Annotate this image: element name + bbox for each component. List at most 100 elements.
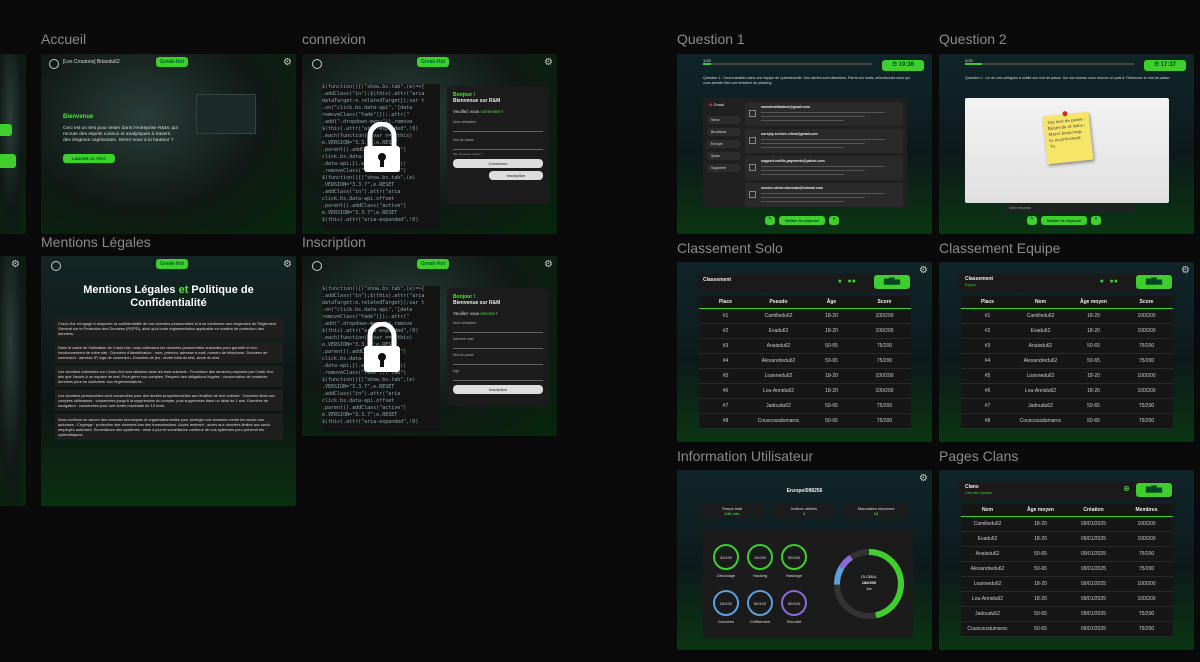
table-cell: #4 bbox=[984, 358, 991, 364]
forgot-password-link[interactable]: Mot de passe oublié ? bbox=[453, 152, 543, 156]
table-row[interactable]: Jadoudu62 50-65 09/01/2025 75/200 bbox=[961, 607, 1173, 622]
table-row[interactable]: #2 Evadu62 18-20 100/200 bbox=[699, 324, 911, 339]
mail-menu-item[interactable]: Spam bbox=[707, 152, 741, 160]
table-cell: 75/200 bbox=[1138, 403, 1155, 409]
password-input[interactable] bbox=[453, 357, 543, 365]
table-row[interactable]: #3 Anaisdu62 50-65 75/200 bbox=[699, 339, 911, 354]
submit-answer-button[interactable]: Valider ta réponse bbox=[779, 216, 825, 225]
table-row[interactable]: #5 Loannedu62 18-20 100/200 bbox=[961, 369, 1173, 384]
brand-logo[interactable]: Greak-Hot bbox=[156, 259, 189, 269]
gear-icon[interactable]: ⚙ bbox=[919, 265, 928, 276]
mail-checkbox[interactable] bbox=[749, 164, 756, 171]
lock-icon bbox=[364, 322, 400, 372]
mail-preview-line bbox=[761, 116, 865, 117]
start-test-button[interactable]: LANCER LE TEST bbox=[63, 154, 115, 163]
mail-checkbox[interactable] bbox=[749, 191, 756, 198]
table-row[interactable]: Evadu62 18-20 09/01/2025 100/200 bbox=[961, 532, 1173, 547]
brand-logo[interactable]: Greak-Hot bbox=[417, 57, 450, 67]
mail-checkbox[interactable] bbox=[749, 137, 756, 144]
mail-menu-item[interactable]: Envoyé bbox=[707, 140, 741, 148]
frame-label-q2: Question 2 bbox=[939, 31, 1007, 47]
team-icon[interactable]: ●● bbox=[1110, 278, 1118, 285]
table-row[interactable]: #6 Lou-Annidu62 18-20 100/200 bbox=[961, 384, 1173, 399]
gear-icon[interactable]: ⚙ bbox=[1181, 265, 1190, 276]
mail-menu: Inbox Brouillons Envoyé Spam Supprimé bbox=[707, 116, 741, 176]
table-cell: Jadoudu62 bbox=[1028, 403, 1053, 409]
mail-item[interactable]: noreply-service.client@gmail.com bbox=[745, 129, 903, 153]
table-cell: Loannedu62 bbox=[1026, 373, 1055, 379]
brand-logo[interactable]: Greak-Hot bbox=[156, 57, 189, 67]
column-header: Nom bbox=[1034, 299, 1047, 305]
podium-button[interactable]: ▆▇▅ bbox=[874, 275, 910, 289]
table-cell: 50-65 bbox=[1034, 551, 1047, 557]
table-row[interactable]: Anaisdu62 50-65 09/01/2025 75/200 bbox=[961, 547, 1173, 562]
table-cell: 100/200 bbox=[1137, 536, 1156, 542]
gear-icon[interactable]: ⚙ bbox=[919, 473, 928, 484]
submit-answer-button[interactable]: Valider ta réponse bbox=[1041, 216, 1087, 225]
mail-menu-item[interactable]: Inbox bbox=[707, 116, 741, 124]
hint-button[interactable]: ✎ bbox=[765, 216, 775, 225]
answer-input[interactable]: Votre réponse bbox=[1005, 204, 1135, 212]
table-row[interactable]: #7 Jadoudu62 50-65 75/200 bbox=[961, 399, 1173, 414]
mail-item[interactable]: service-client.ubereats@hotmail.com bbox=[745, 183, 903, 207]
mail-item[interactable]: support-netflix.payments@yahoo.com bbox=[745, 156, 903, 180]
signup-button[interactable]: Inscription bbox=[489, 171, 543, 180]
next-button[interactable]: » bbox=[1091, 216, 1101, 225]
table-row[interactable]: #3 Anaisdu62 50-65 75/200 bbox=[961, 339, 1173, 354]
table-row[interactable]: Couscoustumaroc 50-65 09/01/2025 75/200 bbox=[961, 622, 1173, 637]
table-row[interactable]: Alexandredu62 50-65 09/01/2025 75/200 bbox=[961, 562, 1173, 577]
next-button[interactable]: » bbox=[829, 216, 839, 225]
table-row[interactable]: #2 Evadu62 18-20 100/200 bbox=[961, 324, 1173, 339]
add-clan-icon[interactable]: ⊕ bbox=[1123, 484, 1130, 493]
gear-icon[interactable]: ⚙ bbox=[544, 259, 553, 270]
table-row[interactable]: #4 Alexandredu62 50-65 75/200 bbox=[699, 354, 911, 369]
table-row[interactable]: #1 Camilledu62 18-20 100/200 bbox=[699, 309, 911, 324]
gear-icon[interactable]: ⚙ bbox=[283, 57, 292, 68]
hint-button[interactable]: ✎ bbox=[1027, 216, 1037, 225]
user-icon[interactable] bbox=[51, 261, 61, 271]
mail-preview-line bbox=[761, 174, 844, 175]
mail-item[interactable]: nomdeutilisateur@gmail.com bbox=[745, 102, 903, 126]
column-header: Place bbox=[718, 299, 733, 305]
brand-logo[interactable]: Greak-Hot bbox=[417, 259, 450, 269]
table-cell: #7 bbox=[984, 403, 991, 409]
signup-button[interactable]: Inscription bbox=[453, 385, 543, 394]
team-icon[interactable]: ●● bbox=[848, 278, 856, 285]
table-cell: 100/200 bbox=[875, 313, 894, 319]
mail-menu-item[interactable]: Brouillons bbox=[707, 128, 741, 136]
frame-label-accueil: Accueil bbox=[41, 31, 87, 47]
user-icon[interactable] bbox=[312, 59, 322, 69]
user-icon[interactable]: ● bbox=[838, 278, 842, 285]
table-row[interactable]: Lou-Annidu62 18-20 09/01/2025 100/200 bbox=[961, 592, 1173, 607]
login-button[interactable]: Connexion bbox=[453, 159, 543, 168]
username-input[interactable] bbox=[453, 124, 543, 132]
table-row[interactable]: #5 Loannedu62 18-20 100/200 bbox=[699, 369, 911, 384]
username-input[interactable] bbox=[453, 325, 543, 333]
user-icon[interactable] bbox=[312, 261, 322, 271]
column-header: Âge moyen bbox=[1080, 299, 1107, 305]
age-input[interactable] bbox=[453, 373, 543, 381]
email-input[interactable] bbox=[453, 341, 543, 349]
table-row[interactable]: #1 Camilledu62 18-20 100/200 bbox=[961, 309, 1173, 324]
podium-button[interactable]: ▆▇▅ bbox=[1136, 483, 1172, 497]
table-row[interactable]: #8 Couscousdumaroc 50-65 75/200 bbox=[961, 414, 1173, 429]
login-prompt: Veuillez vous connecter ! bbox=[453, 109, 503, 114]
podium-button[interactable]: ▆▇▅ bbox=[1136, 275, 1172, 289]
table-row[interactable]: #7 Jadoudu62 50-65 75/200 bbox=[699, 399, 911, 414]
table-row[interactable]: #4 Alexandredu62 50-65 75/200 bbox=[961, 354, 1173, 369]
table-row[interactable]: Loannedu62 18-20 09/01/2025 100/200 bbox=[961, 577, 1173, 592]
user-icon[interactable]: ● bbox=[1100, 278, 1104, 285]
user-icon[interactable] bbox=[49, 59, 59, 69]
table-row[interactable]: Camilledu62 18-20 09/01/2025 100/200 bbox=[961, 517, 1173, 532]
mail-menu-item[interactable]: Supprimé bbox=[707, 164, 741, 172]
gear-icon[interactable]: ⚙ bbox=[283, 259, 292, 270]
table-row[interactable]: #6 Lou-Annidu62 18-20 100/200 bbox=[699, 384, 911, 399]
table-cell: 18-20 bbox=[1034, 536, 1047, 542]
table-row[interactable]: #8 Couscousdumaroc 50-65 75/200 bbox=[699, 414, 911, 429]
password-input[interactable] bbox=[453, 142, 543, 150]
table-cell: 09/01/2025 bbox=[1080, 536, 1107, 542]
inscription-frame: Greak-Hot ⚙ $(function(){("show.bs.tab",… bbox=[302, 256, 557, 436]
connexion-frame: Greak-Hot ⚙ $(function(){("show.bs.tab",… bbox=[302, 54, 557, 234]
gear-icon[interactable]: ⚙ bbox=[544, 57, 553, 68]
mail-checkbox[interactable] bbox=[749, 110, 756, 117]
